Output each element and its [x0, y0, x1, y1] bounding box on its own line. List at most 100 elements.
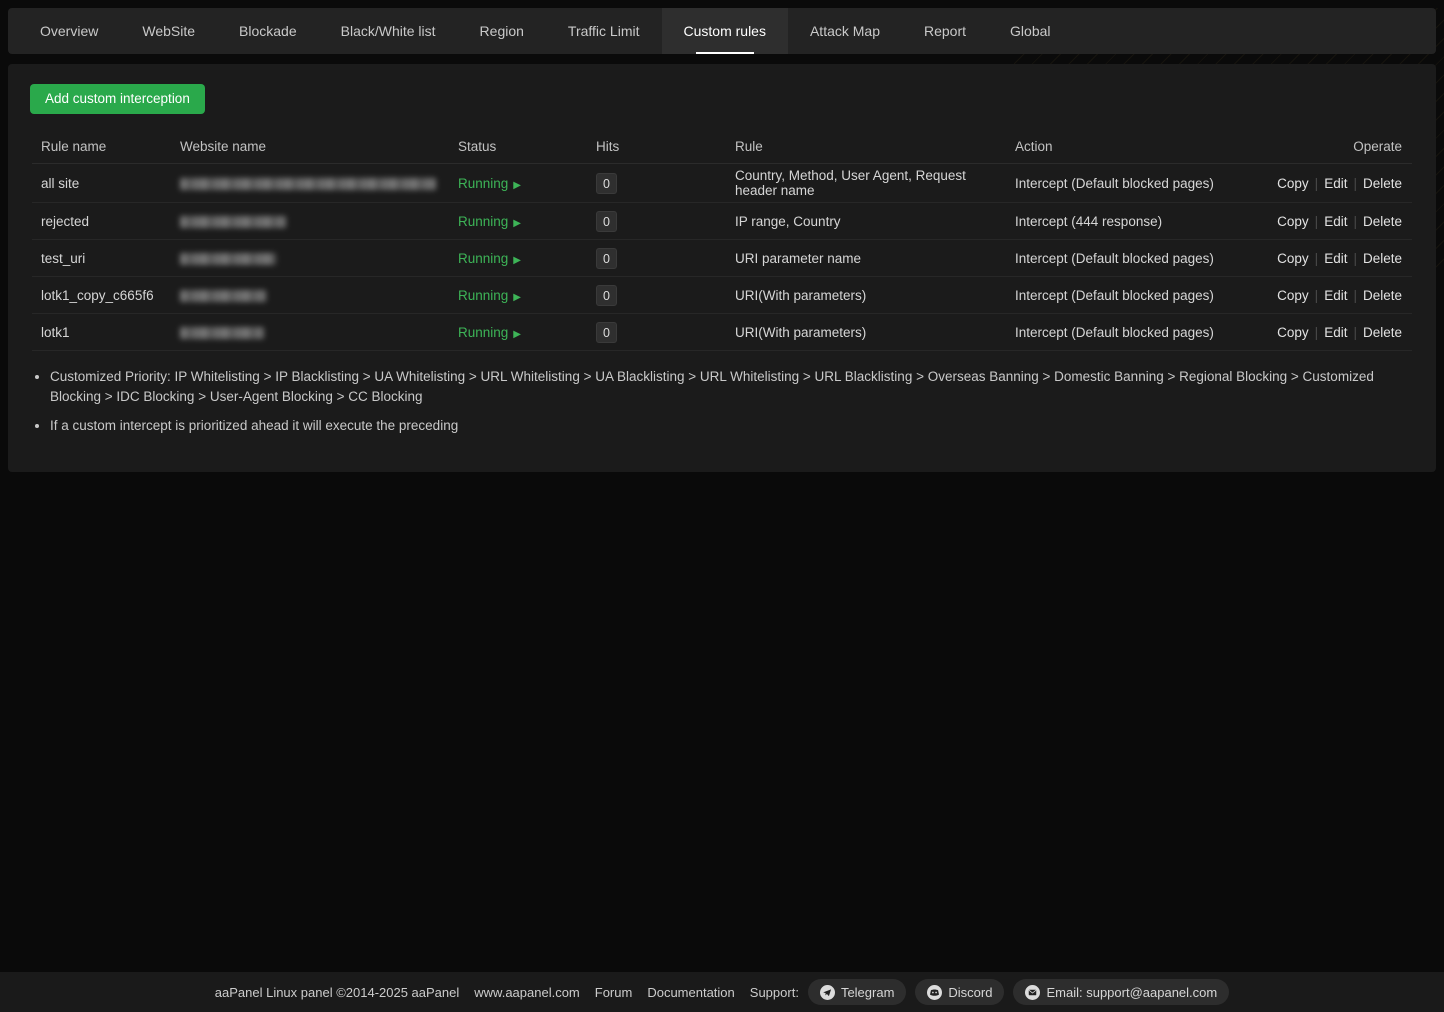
separator: | — [1353, 214, 1357, 229]
separator: | — [1315, 325, 1319, 340]
delete-link[interactable]: Delete — [1363, 251, 1402, 266]
top-navigation: OverviewWebSiteBlockadeBlack/White listR… — [8, 8, 1436, 54]
copy-link[interactable]: Copy — [1277, 325, 1309, 340]
notes-list: Customized Priority: IP Whitelisting > I… — [30, 367, 1414, 436]
rule-cell: Country, Method, User Agent, Request hea… — [726, 168, 1006, 198]
tab-website[interactable]: WebSite — [120, 8, 217, 54]
status-cell[interactable]: Running ▶ — [449, 214, 587, 229]
tab-blockade[interactable]: Blockade — [217, 8, 319, 54]
website-name-redacted — [180, 216, 286, 228]
play-icon: ▶ — [513, 329, 521, 340]
priority-note: Customized Priority: IP Whitelisting > I… — [50, 367, 1395, 408]
table-row: test_uri Running▶ 0 URI parameter name I… — [32, 240, 1412, 277]
tab-traffic-limit[interactable]: Traffic Limit — [546, 8, 662, 54]
separator: | — [1315, 251, 1319, 266]
status-text: Running — [458, 176, 508, 191]
delete-link[interactable]: Delete — [1363, 176, 1402, 191]
action-cell: Intercept (444 response) — [1006, 214, 1262, 229]
rule-name-cell: test_uri — [32, 251, 171, 266]
tab-overview[interactable]: Overview — [18, 8, 120, 54]
rule-name-cell: lotk1 — [32, 325, 171, 340]
copy-link[interactable]: Copy — [1277, 176, 1309, 191]
delete-link[interactable]: Delete — [1363, 288, 1402, 303]
tab-report[interactable]: Report — [902, 8, 988, 54]
rule-cell: URI parameter name — [726, 251, 1006, 266]
col-header-hits: Hits — [587, 139, 726, 154]
edit-link[interactable]: Edit — [1324, 288, 1347, 303]
website-name-cell — [171, 288, 449, 303]
discord-button[interactable]: Discord — [915, 979, 1004, 1005]
col-header-rule-name: Rule name — [32, 139, 171, 154]
hits-cell: 0 — [587, 285, 726, 306]
col-header-rule: Rule — [726, 139, 1006, 154]
status-text: Running — [458, 214, 508, 229]
status-cell[interactable]: Running▶ — [449, 288, 587, 303]
email-button[interactable]: Email: support@aapanel.com — [1013, 979, 1229, 1005]
tab-region[interactable]: Region — [458, 8, 546, 54]
col-header-status: Status — [449, 139, 587, 154]
copy-link[interactable]: Copy — [1277, 214, 1309, 229]
action-cell: Intercept (Default blocked pages) — [1006, 325, 1262, 340]
play-icon: ▶ — [513, 180, 521, 191]
hits-badge: 0 — [596, 248, 617, 269]
docs-link[interactable]: Documentation — [647, 985, 734, 1000]
hits-cell: 0 — [587, 173, 726, 194]
edit-link[interactable]: Edit — [1324, 214, 1347, 229]
custom-rules-panel: Add custom interception Rule name Websit… — [8, 64, 1436, 472]
delete-link[interactable]: Delete — [1363, 214, 1402, 229]
separator: | — [1315, 176, 1319, 191]
status-cell[interactable]: Running▶ — [449, 325, 587, 340]
tab-global[interactable]: Global — [988, 8, 1072, 54]
col-header-operate: Operate — [1262, 139, 1412, 154]
tab-black-white-list[interactable]: Black/White list — [319, 8, 458, 54]
hits-badge: 0 — [596, 211, 617, 232]
operate-cell: Copy | Edit | Delete — [1262, 176, 1412, 191]
rules-table: Rule name Website name Status Hits Rule … — [32, 130, 1412, 351]
separator: | — [1353, 251, 1357, 266]
status-text: Running — [458, 288, 508, 303]
rule-name-cell: rejected — [32, 214, 171, 229]
hits-cell: 0 — [587, 211, 726, 232]
copy-link[interactable]: Copy — [1277, 288, 1309, 303]
tab-attack-map[interactable]: Attack Map — [788, 8, 902, 54]
separator: | — [1353, 325, 1357, 340]
copy-link[interactable]: Copy — [1277, 251, 1309, 266]
separator: | — [1315, 288, 1319, 303]
rule-cell: URI(With parameters) — [726, 288, 1006, 303]
table-row: lotk1 Running▶ 0 URI(With parameters) In… — [32, 314, 1412, 351]
edit-link[interactable]: Edit — [1324, 325, 1347, 340]
telegram-button[interactable]: Telegram — [808, 979, 906, 1005]
discord-icon — [927, 985, 942, 1000]
hits-badge: 0 — [596, 173, 617, 194]
website-link[interactable]: www.aapanel.com — [474, 985, 580, 1000]
col-header-website-name: Website name — [171, 139, 449, 154]
rule-name-cell: all site — [32, 176, 171, 191]
website-name-redacted — [180, 178, 436, 190]
email-icon — [1025, 985, 1040, 1000]
rule-cell: IP range, Country — [726, 214, 1006, 229]
separator: | — [1353, 288, 1357, 303]
copyright-text: aaPanel Linux panel ©2014-2025 aaPanel — [215, 985, 460, 1000]
rule-cell: URI(With parameters) — [726, 325, 1006, 340]
table-row: lotk1_copy_c665f6 Running▶ 0 URI(With pa… — [32, 277, 1412, 314]
play-icon: ▶ — [513, 255, 521, 266]
telegram-label: Telegram — [841, 985, 894, 1000]
forum-link[interactable]: Forum — [595, 985, 633, 1000]
operate-cell: Copy | Edit | Delete — [1262, 251, 1412, 266]
play-icon: ▶ — [513, 218, 521, 229]
rule-name-cell: lotk1_copy_c665f6 — [32, 288, 171, 303]
add-custom-interception-button[interactable]: Add custom interception — [30, 84, 205, 114]
website-name-cell — [171, 325, 449, 340]
table-header-row: Rule name Website name Status Hits Rule … — [32, 130, 1412, 164]
table-row: rejected Running ▶ 0 IP range, Country In… — [32, 203, 1412, 240]
tab-custom-rules[interactable]: Custom rules — [662, 8, 788, 54]
status-cell[interactable]: Running ▶ — [449, 176, 587, 191]
delete-link[interactable]: Delete — [1363, 325, 1402, 340]
website-name-redacted — [180, 290, 266, 302]
edit-link[interactable]: Edit — [1324, 251, 1347, 266]
status-cell[interactable]: Running▶ — [449, 251, 587, 266]
page-footer: aaPanel Linux panel ©2014-2025 aaPanel w… — [0, 972, 1444, 1012]
edit-link[interactable]: Edit — [1324, 176, 1347, 191]
separator: | — [1353, 176, 1357, 191]
telegram-icon — [820, 985, 835, 1000]
